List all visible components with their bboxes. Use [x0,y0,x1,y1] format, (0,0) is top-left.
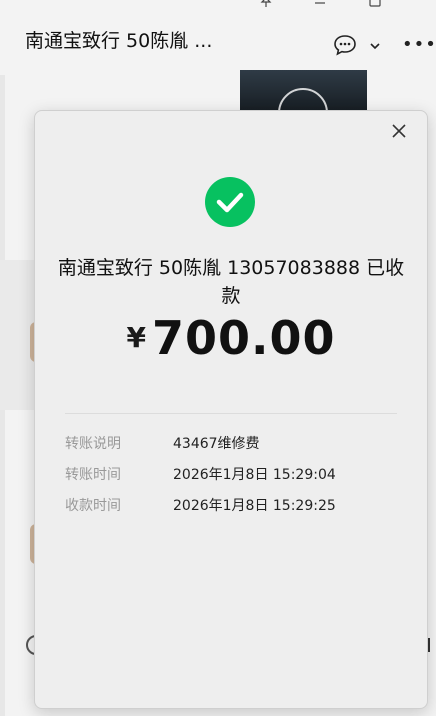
pin-icon[interactable] [256,0,276,14]
chat-header: 南通宝致行 50陈胤 ... ••• [0,0,436,75]
amount-value: 700.00 [151,311,336,365]
detail-value: 2026年1月8日 15:29:04 [173,467,336,483]
detail-label: 转账时间 [65,467,121,483]
close-icon[interactable] [391,123,407,139]
chevron-down-icon[interactable] [369,37,381,50]
more-options-icon[interactable]: ••• [402,36,436,54]
receipt-title: 南通宝致行 50陈胤 13057083888 已收款 [57,257,405,307]
toolbar-edge [428,638,436,652]
minimize-icon[interactable] [310,0,330,14]
maximize-icon[interactable] [365,0,385,14]
detail-label: 收款时间 [65,498,121,514]
chat-title: 南通宝致行 50陈胤 ... [25,30,213,52]
check-circle-icon [205,177,255,227]
video-thumbnail[interactable] [240,70,367,115]
detail-label: 转账说明 [65,436,121,452]
transfer-receipt-dialog: 南通宝致行 50陈胤 13057083888 已收款 ¥700.00 转账说明 … [34,110,428,709]
chat-bubble-icon[interactable] [333,34,357,56]
divider [65,413,397,414]
detail-value: 2026年1月8日 15:29:25 [173,498,336,514]
amount-display: ¥700.00 [35,311,427,365]
currency-symbol: ¥ [126,321,146,354]
detail-value: 43467维修费 [173,436,260,452]
